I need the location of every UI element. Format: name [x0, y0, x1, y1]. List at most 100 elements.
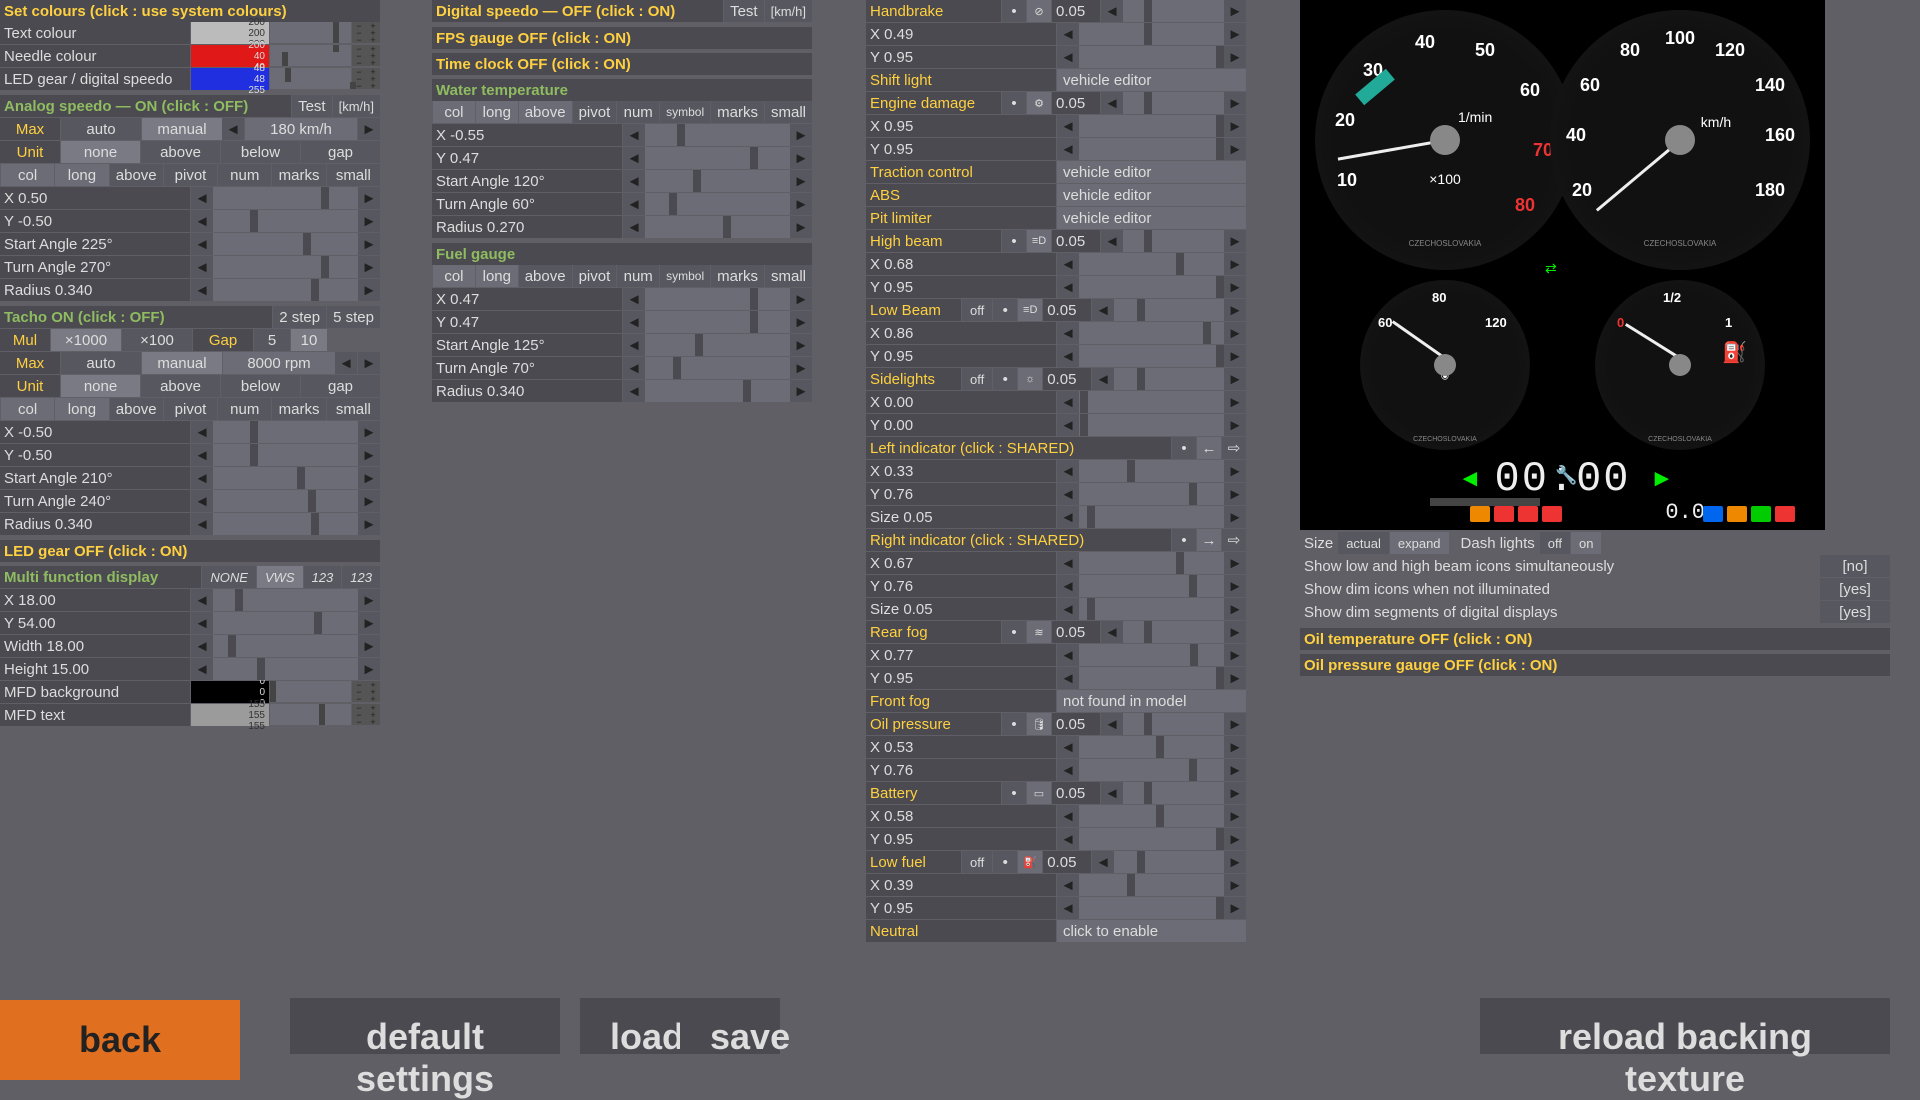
slider-track[interactable] — [1124, 92, 1223, 114]
slider-dec[interactable]: ◄ — [1057, 897, 1079, 919]
slider-dec[interactable]: ◄ — [1101, 621, 1123, 643]
dot-icon[interactable]: • — [1002, 92, 1026, 114]
slider-dec[interactable]: ◄ — [1057, 483, 1079, 505]
c3-label[interactable]: Low Beam — [866, 299, 961, 321]
slider-track[interactable] — [1124, 713, 1223, 735]
slider-inc[interactable]: ► — [1224, 23, 1246, 45]
opt-marks[interactable]: marks — [272, 164, 325, 186]
slider-inc[interactable]: ► — [1224, 782, 1246, 804]
slider-track[interactable] — [1080, 897, 1223, 919]
slider-track[interactable] — [1115, 368, 1223, 390]
text-colour-sliders[interactable]: −+ −+ −+ — [270, 22, 380, 44]
c3-label[interactable]: Engine damage — [866, 92, 1001, 114]
mul-100[interactable]: ×100 — [122, 329, 192, 351]
slider-inc[interactable]: ► — [1224, 230, 1246, 252]
slider-dec[interactable]: ◄ — [1057, 736, 1079, 758]
c3-label[interactable]: Front fog — [866, 690, 1056, 712]
reload-texture-button[interactable]: reload backing texture — [1480, 998, 1890, 1054]
opt-simul-beams-val[interactable]: [no] — [1820, 555, 1890, 577]
slider-inc[interactable]: ► — [1224, 483, 1246, 505]
c3-indicator[interactable]: Right indicator (click : SHARED) — [866, 529, 1171, 551]
slider-inc[interactable]: ► — [1224, 713, 1246, 735]
slider-track[interactable] — [1115, 851, 1223, 873]
dot-icon[interactable]: • — [1002, 230, 1026, 252]
step5-button[interactable]: 5 step — [327, 306, 380, 328]
dashlights-on[interactable]: on — [1571, 532, 1601, 554]
fuel-gauge-header[interactable]: Fuel gauge — [432, 243, 812, 265]
slider-inc[interactable]: ► — [1224, 253, 1246, 275]
analog-test-button[interactable]: Test — [292, 95, 332, 117]
c3-label[interactable]: Sidelights — [866, 368, 961, 390]
gap-5[interactable]: 5 — [254, 329, 290, 351]
slider-dec[interactable]: ◄ — [1101, 0, 1123, 22]
slider-track[interactable] — [1080, 506, 1223, 528]
dot-icon[interactable]: • — [993, 368, 1017, 390]
c3-indicator[interactable]: Left indicator (click : SHARED) — [866, 437, 1171, 459]
save-button[interactable]: save — [680, 998, 780, 1054]
dot-icon[interactable]: • — [1002, 621, 1026, 643]
slider-dec[interactable]: ◄ — [1057, 276, 1079, 298]
slider-track[interactable] — [1080, 805, 1223, 827]
slider-dec[interactable]: ◄ — [1057, 874, 1079, 896]
slider-inc[interactable]: ► — [358, 187, 380, 209]
slider-track[interactable] — [1080, 322, 1223, 344]
slider-track[interactable] — [1080, 253, 1223, 275]
slider-track[interactable] — [214, 187, 357, 209]
c3-off[interactable]: off — [962, 299, 992, 321]
slider-dec[interactable]: ◄ — [1057, 138, 1079, 160]
back-button[interactable]: back — [0, 1000, 240, 1080]
slider-dec[interactable]: ◄ — [1092, 299, 1114, 321]
slider-inc[interactable]: ► — [1224, 414, 1246, 436]
slider-inc[interactable]: ► — [1224, 345, 1246, 367]
water-temp-header[interactable]: Water temperature — [432, 79, 812, 101]
slider-dec[interactable]: ◄ — [1057, 460, 1079, 482]
mfd-123[interactable]: 123 — [304, 566, 342, 588]
led-gear-swatch[interactable]: 4848255 — [191, 68, 269, 90]
slider-dec[interactable]: ◄ — [1101, 230, 1123, 252]
slider-inc[interactable]: ► — [1224, 874, 1246, 896]
mfd-none[interactable]: NONE — [202, 566, 256, 588]
step2-button[interactable]: 2 step — [273, 306, 326, 328]
symbol-icon[interactable]: ≡D — [1018, 299, 1042, 321]
c3-label[interactable]: Handbrake — [866, 0, 1001, 22]
slider-inc[interactable]: ► — [1224, 506, 1246, 528]
slider-dec[interactable]: ◄ — [1057, 552, 1079, 574]
tacho-auto[interactable]: auto — [61, 352, 141, 374]
unit-none[interactable]: none — [61, 141, 140, 163]
arrow-icon[interactable]: → — [1197, 529, 1221, 551]
opt-dim-segments-val[interactable]: [yes] — [1820, 601, 1890, 623]
c3-label[interactable]: Pit limiter — [866, 207, 1056, 229]
slider-inc[interactable]: ► — [1224, 897, 1246, 919]
opt-long[interactable]: long — [55, 164, 108, 186]
led-gear-sliders[interactable]: −+ −+ −+ — [270, 68, 380, 90]
slider-inc[interactable]: ► — [1224, 92, 1246, 114]
c3-off[interactable]: off — [962, 368, 992, 390]
slider-inc[interactable]: ► — [1224, 736, 1246, 758]
unit-gap[interactable]: gap — [301, 141, 380, 163]
symbol-icon[interactable]: ≋ — [1027, 621, 1051, 643]
slider-inc[interactable]: ► — [1224, 460, 1246, 482]
c3-label[interactable]: Neutral — [866, 920, 1056, 942]
slider-inc[interactable]: ► — [1224, 621, 1246, 643]
slider-track[interactable] — [1124, 621, 1223, 643]
dot-icon[interactable]: • — [993, 299, 1017, 321]
dot-icon[interactable]: • — [1172, 529, 1196, 551]
opt-col[interactable]: col — [1, 164, 54, 186]
digital-test-button[interactable]: Test — [724, 0, 764, 22]
dot-icon[interactable]: • — [993, 851, 1017, 873]
slider-track[interactable] — [1080, 276, 1223, 298]
slider-inc[interactable]: ► — [1224, 759, 1246, 781]
arrow-outline-icon[interactable]: ⇨ — [1222, 529, 1246, 551]
set-colours-header[interactable]: Set colours (click : use system colours) — [0, 0, 380, 22]
dot-icon[interactable]: • — [1002, 782, 1026, 804]
size-expand[interactable]: expand — [1390, 532, 1449, 554]
slider-inc[interactable]: ► — [1224, 805, 1246, 827]
slider-dec[interactable]: ◄ — [1057, 345, 1079, 367]
oil-press-toggle[interactable]: Oil pressure gauge OFF (click : ON) — [1300, 654, 1890, 676]
slider-track[interactable] — [1080, 460, 1223, 482]
unit-below[interactable]: below — [221, 141, 300, 163]
slider-inc[interactable]: ► — [1224, 575, 1246, 597]
rpm-dec[interactable]: ◄ — [335, 352, 357, 374]
c3-label[interactable]: ABS — [866, 184, 1056, 206]
slider-track[interactable] — [1080, 667, 1223, 689]
